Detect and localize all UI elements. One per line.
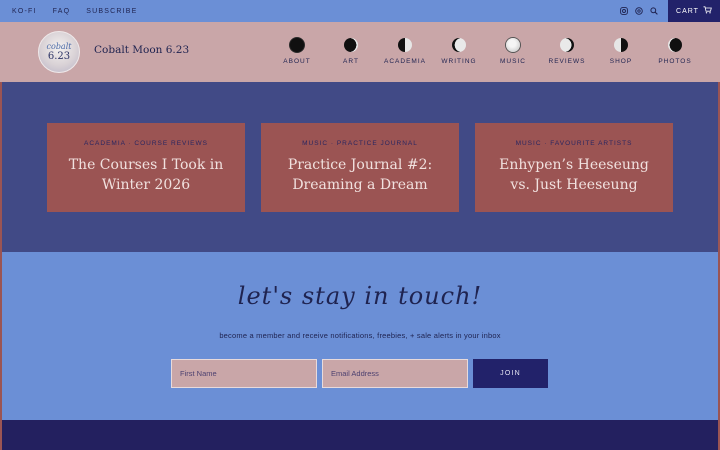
first-name-input[interactable] <box>171 359 317 388</box>
newsletter-heading: let's stay in touch! <box>237 282 483 310</box>
nav-label-music: MUSIC <box>500 58 526 65</box>
full-moon-icon <box>506 38 520 52</box>
site-logo[interactable]: cobalt 6.23 <box>38 31 80 73</box>
waxing-gibbous-moon-icon <box>452 38 466 52</box>
post-title: Enhypen’s Heeseung vs. Just Heeseung <box>499 157 649 193</box>
instagram-icon[interactable] <box>619 7 628 16</box>
site-header: cobalt 6.23 Cobalt Moon 6.23 ABOUT ART A… <box>0 22 720 82</box>
faq-link[interactable]: FAQ <box>53 8 71 15</box>
subscribe-link[interactable]: SUBSCRIBE <box>86 8 137 15</box>
social-icons <box>619 0 658 22</box>
post-title: Practice Journal #2: Dreaming a Dream <box>287 157 433 193</box>
nav-item-writing[interactable]: WRITING <box>432 38 486 65</box>
post-title: The Courses I Took in Winter 2026 <box>68 157 224 193</box>
cart-label: CART <box>676 7 699 15</box>
post-card[interactable]: ACADEMIA · COURSE REVIEWS The Courses I … <box>47 123 245 212</box>
waning-crescent-moon-icon <box>668 38 682 52</box>
nav-label-reviews: REVIEWS <box>548 58 586 65</box>
newsletter-subtext: become a member and receive notification… <box>219 331 501 340</box>
nav-label-about: ABOUT <box>283 58 311 65</box>
email-input[interactable] <box>322 359 468 388</box>
last-quarter-moon-icon <box>614 38 628 52</box>
featured-posts: ACADEMIA · COURSE REVIEWS The Courses I … <box>0 82 720 252</box>
nav-item-reviews[interactable]: REVIEWS <box>540 38 594 65</box>
search-icon[interactable] <box>649 7 658 16</box>
nav-item-about[interactable]: ABOUT <box>270 38 324 65</box>
post-category: MUSIC · PRACTICE JOURNAL <box>302 140 418 147</box>
nav-label-art: ART <box>343 58 359 65</box>
logo-text-bottom: 6.23 <box>47 50 71 62</box>
nav-label-shop: SHOP <box>609 58 633 65</box>
cart-icon <box>703 6 712 16</box>
new-moon-icon <box>290 38 304 52</box>
crescent-moon-icon <box>344 38 358 52</box>
top-links: KO-FI FAQ SUBSCRIBE <box>12 0 138 22</box>
left-edge-stripe <box>0 82 2 450</box>
logo-text-top: cobalt <box>46 41 72 51</box>
threads-icon[interactable] <box>634 7 643 16</box>
waning-gibbous-moon-icon <box>560 38 574 52</box>
top-bar: KO-FI FAQ SUBSCRIBE CART <box>0 0 720 22</box>
cart-button[interactable]: CART <box>668 0 720 22</box>
post-card[interactable]: MUSIC · FAVOURITE ARTISTS Enhypen’s Hees… <box>475 123 673 212</box>
newsletter-section: let's stay in touch! become a member and… <box>0 252 720 420</box>
post-card[interactable]: MUSIC · PRACTICE JOURNAL Practice Journa… <box>261 123 459 212</box>
post-category: MUSIC · FAVOURITE ARTISTS <box>515 140 633 147</box>
nav-label-writing: WRITING <box>441 58 477 65</box>
nav-item-art[interactable]: ART <box>324 38 378 65</box>
nav-item-shop[interactable]: SHOP <box>594 38 648 65</box>
join-button[interactable]: JOIN <box>473 359 548 388</box>
footer <box>0 420 720 450</box>
nav-label-academia: ACADEMIA <box>384 58 426 65</box>
main-nav: ABOUT ART ACADEMIA WRITING MUSIC REVIEWS… <box>270 38 702 65</box>
nav-label-photos: PHOTOS <box>658 58 692 65</box>
site-title[interactable]: Cobalt Moon 6.23 <box>94 44 189 56</box>
post-category: ACADEMIA · COURSE REVIEWS <box>84 140 208 147</box>
first-quarter-moon-icon <box>398 38 412 52</box>
ko-fi-link[interactable]: KO-FI <box>12 8 37 15</box>
nav-item-music[interactable]: MUSIC <box>486 38 540 65</box>
nav-item-photos[interactable]: PHOTOS <box>648 38 702 65</box>
nav-item-academia[interactable]: ACADEMIA <box>378 38 432 65</box>
